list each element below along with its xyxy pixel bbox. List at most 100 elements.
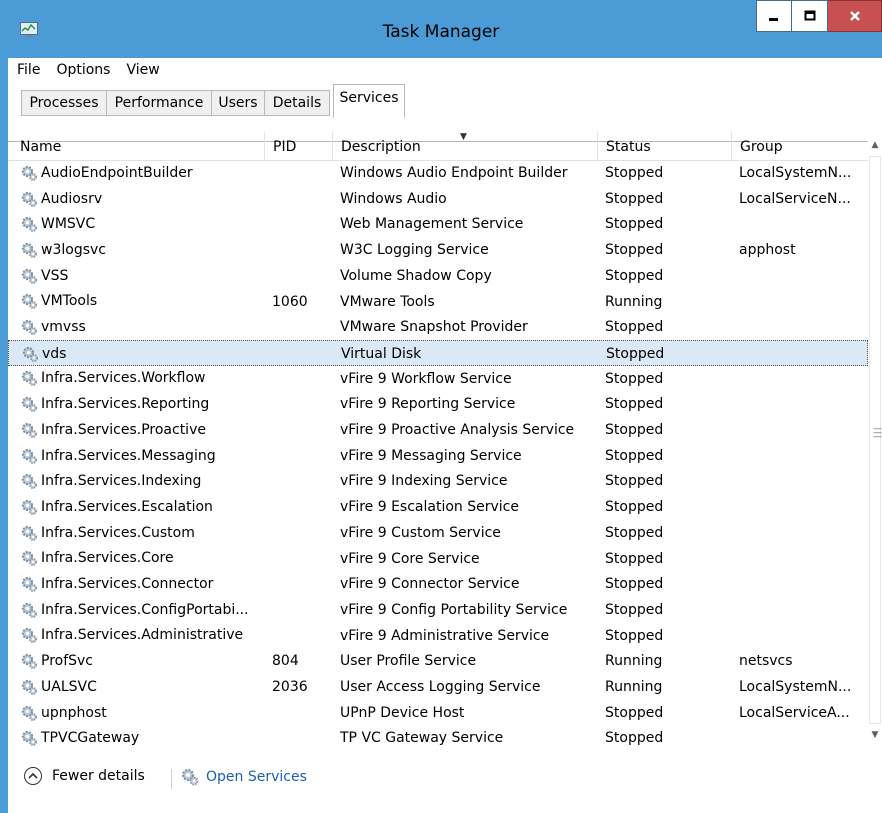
table-row[interactable]: Infra.Services.Escalation vFire 9 Escalat… <box>8 494 868 520</box>
tab-performance[interactable]: Performance <box>106 90 212 116</box>
service-name-cell: Infra.Services.Escalation <box>20 494 270 520</box>
table-row[interactable]: Infra.Services.ConfigPortabi... vFire 9 C… <box>8 597 868 623</box>
service-description: VMware Tools <box>340 293 435 310</box>
service-name-cell: VMTools <box>20 289 270 315</box>
scroll-down-icon[interactable]: ▼ <box>868 730 882 746</box>
service-status: Stopped <box>605 704 664 721</box>
gear-icon <box>21 242 37 258</box>
close-icon <box>849 11 860 21</box>
table-row[interactable]: Infra.Services.Administrative vFire 9 Adm… <box>8 623 868 649</box>
table-row[interactable]: Infra.Services.Core vFire 9 Core Service S… <box>8 546 868 572</box>
service-status: Stopped <box>605 550 664 567</box>
service-name: Infra.Services.Proactive <box>41 421 206 438</box>
table-row[interactable]: Infra.Services.Reporting vFire 9 Reportin… <box>8 391 868 417</box>
service-group: LocalServiceA... <box>739 704 850 721</box>
table-row[interactable]: Infra.Services.Connector vFire 9 Connecto… <box>8 571 868 597</box>
service-pid <box>273 341 333 367</box>
service-group <box>739 468 868 494</box>
table-row[interactable]: Infra.Services.Indexing vFire 9 Indexing … <box>8 468 868 494</box>
table-row[interactable]: VMTools 1060 VMware Tools Running <box>8 289 868 315</box>
tab-strip: Processes Performance Users Details Serv… <box>8 82 882 142</box>
service-description: vFire 9 Messaging Service <box>340 447 522 464</box>
service-status: Stopped <box>606 345 665 362</box>
table-row[interactable]: AudioEndpointBuilder Windows Audio Endpoi… <box>8 160 868 186</box>
service-pid: 1060 <box>272 293 308 310</box>
service-name: UALSVC <box>41 678 97 695</box>
table-row[interactable]: Infra.Services.Messaging vFire 9 Messagin… <box>8 443 868 469</box>
service-group <box>739 314 868 340</box>
service-pid: 804 <box>272 653 299 670</box>
column-header-name[interactable]: Name <box>8 132 264 160</box>
table-row[interactable]: UALSVC 2036 User Access Logging Service Run… <box>8 674 868 700</box>
service-name: vmvss <box>41 319 86 336</box>
table-row[interactable]: Infra.Services.Proactive vFire 9 Proactiv… <box>8 417 868 443</box>
service-description: vFire 9 Indexing Service <box>340 473 508 490</box>
table-row[interactable]: Audiosrv Windows Audio Stopped LocalService… <box>8 186 868 212</box>
service-name-cell: vds <box>21 341 271 367</box>
menu-file[interactable]: File <box>8 62 48 78</box>
service-name-cell: Infra.Services.Workflow <box>20 366 270 392</box>
title-bar[interactable]: Task Manager <box>0 0 882 58</box>
gear-icon <box>21 679 37 695</box>
service-group: LocalServiceN... <box>739 190 851 207</box>
close-button[interactable] <box>828 0 882 32</box>
service-pid <box>272 211 332 237</box>
service-description: vFire 9 Connector Service <box>340 576 520 593</box>
minimize-button[interactable] <box>756 0 792 32</box>
gear-icon <box>21 499 37 515</box>
service-name-cell: AudioEndpointBuilder <box>20 160 270 186</box>
service-name: Infra.Services.Indexing <box>41 473 202 490</box>
service-status: Stopped <box>605 319 664 336</box>
service-name: Infra.Services.Custom <box>41 524 195 541</box>
service-pid <box>272 160 332 186</box>
service-pid <box>272 186 332 212</box>
table-header: Name PID Description ▼ Status Group <box>8 132 882 161</box>
scroll-up-icon[interactable]: ▲ <box>868 140 882 156</box>
column-header-status[interactable]: Status <box>597 132 731 160</box>
service-description: Web Management Service <box>340 216 524 233</box>
tab-services[interactable]: Services <box>333 84 405 118</box>
service-description: vFire 9 Escalation Service <box>340 499 519 516</box>
service-pid <box>272 700 332 726</box>
service-name: Infra.Services.Administrative <box>41 627 244 644</box>
column-header-group[interactable]: Group <box>731 132 868 160</box>
table-row[interactable]: VSS Volume Shadow Copy Stopped <box>8 263 868 289</box>
service-name-cell: VSS <box>20 263 270 289</box>
menu-view[interactable]: View <box>118 62 167 78</box>
service-pid: 2036 <box>272 679 308 695</box>
vertical-scrollbar[interactable]: ▲ — — — ▼ <box>868 132 882 750</box>
table-row[interactable]: ProfSvc 804 User Profile Service Running net… <box>8 648 868 674</box>
tab-details[interactable]: Details <box>264 90 330 116</box>
gear-icon <box>21 654 37 670</box>
service-description: vFire 9 Workflow Service <box>340 370 512 387</box>
service-group <box>739 725 868 750</box>
tab-processes[interactable]: Processes <box>21 90 107 116</box>
table-row[interactable]: WMSVC Web Management Service Stopped <box>8 211 868 237</box>
service-name-cell: WMSVC <box>20 211 270 237</box>
table-row[interactable]: w3logsvc W3C Logging Service Stopped apphos… <box>8 237 868 263</box>
service-group <box>739 391 868 417</box>
column-header-pid[interactable]: PID <box>264 132 332 160</box>
table-row[interactable]: TPVCGateway TP VC Gateway Service Stopped <box>8 725 868 750</box>
fewer-details-button[interactable]: Fewer details <box>24 767 145 785</box>
tab-users[interactable]: Users <box>211 90 265 116</box>
gear-icon <box>21 371 37 387</box>
table-row[interactable]: upnphost UPnP Device Host Stopped LocalServ… <box>8 700 868 726</box>
table-row[interactable]: Infra.Services.Custom vFire 9 Custom Serv… <box>8 520 868 546</box>
gear-icon <box>182 769 199 786</box>
service-pid <box>272 546 332 572</box>
menu-options[interactable]: Options <box>48 62 118 78</box>
service-status: Stopped <box>605 473 664 490</box>
table-row[interactable]: Infra.Services.Workflow vFire 9 Workflow … <box>8 366 868 392</box>
table-row[interactable]: vds Virtual Disk Stopped <box>8 339 868 367</box>
service-name: VMTools <box>41 293 98 310</box>
gear-icon <box>22 346 38 362</box>
service-status: Running <box>605 293 663 310</box>
service-description: Windows Audio Endpoint Builder <box>340 165 568 181</box>
service-description: Volume Shadow Copy <box>340 267 492 284</box>
table-row[interactable]: vmvss VMware Snapshot Provider Stopped <box>8 314 868 340</box>
open-services-link[interactable]: Open Services <box>180 767 307 787</box>
maximize-button[interactable] <box>792 0 828 32</box>
window-title: Task Manager <box>382 22 500 42</box>
scrollbar-thumb[interactable]: — — — <box>869 156 882 724</box>
